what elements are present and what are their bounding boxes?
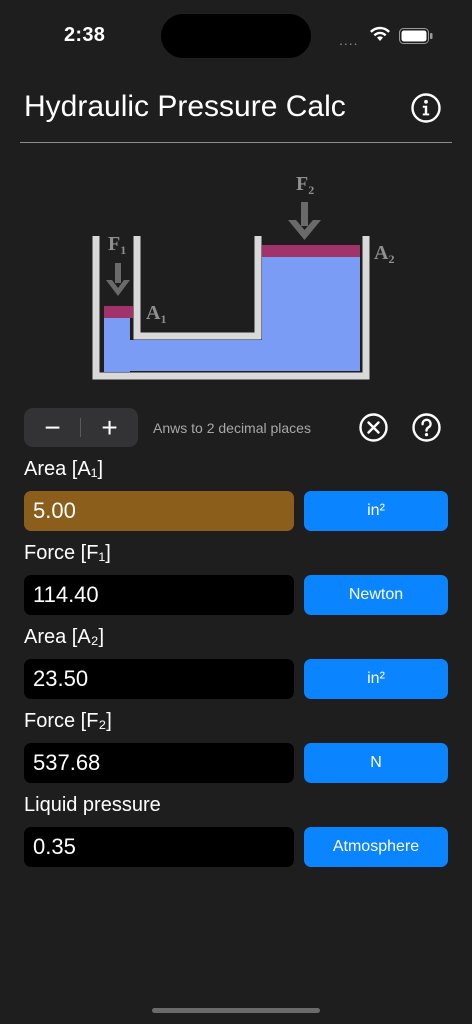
label-area-a1: Area [A₁]	[24, 458, 104, 480]
input-force-f1[interactable]: 114.40	[24, 575, 294, 615]
label-a2: A2	[374, 242, 394, 266]
header: Hydraulic Pressure Calc	[0, 84, 472, 144]
home-indicator[interactable]	[152, 1008, 320, 1013]
dynamic-island	[161, 14, 311, 58]
battery-icon	[399, 28, 433, 44]
unit-button-area-a1[interactable]: in²	[304, 491, 448, 531]
status-bar: 2:38 ....	[0, 0, 472, 72]
piston-a2	[262, 245, 360, 257]
input-area-a2[interactable]: 23.50	[24, 659, 294, 699]
wifi-icon	[370, 26, 390, 41]
label-force-f2: Force [F₂]	[24, 710, 112, 732]
controls-row: − + Anws to 2 decimal places	[24, 408, 448, 448]
clear-icon[interactable]	[358, 412, 389, 443]
unit-button-area-a2[interactable]: in²	[304, 659, 448, 699]
unit-button-force-f1[interactable]: Newton	[304, 575, 448, 615]
input-force-f2[interactable]: 537.68	[24, 743, 294, 783]
help-icon[interactable]	[411, 412, 442, 443]
cellular-signal-icon: ....	[339, 32, 359, 48]
input-liquid-pressure[interactable]: 0.35	[24, 827, 294, 867]
input-area-a1[interactable]: 5.00	[24, 491, 294, 531]
label-liquid-pressure: Liquid pressure	[24, 794, 161, 816]
label-a1: A1	[146, 302, 166, 326]
hydraulic-diagram: F1 F2 A1 A2	[92, 173, 394, 380]
precision-label: Anws to 2 decimal places	[153, 420, 311, 436]
decimal-stepper: − +	[24, 408, 138, 447]
unit-button-liquid-pressure[interactable]: Atmosphere	[304, 827, 448, 867]
arrow-f1-icon	[106, 263, 130, 296]
liquid-right-column	[262, 256, 360, 371]
label-f1: F1	[108, 233, 126, 257]
decrement-button[interactable]: −	[24, 408, 81, 447]
unit-button-force-f2[interactable]: N	[304, 743, 448, 783]
info-icon[interactable]	[410, 92, 442, 124]
piston-a1	[104, 306, 133, 318]
arrow-f2-icon	[288, 202, 321, 240]
status-time: 2:38	[64, 24, 106, 46]
increment-button[interactable]: +	[81, 408, 138, 447]
label-area-a2: Area [A₂]	[24, 626, 105, 648]
header-divider	[20, 142, 452, 143]
label-force-f1: Force [F₁]	[24, 542, 111, 564]
label-f2: F2	[296, 173, 314, 197]
page-title: Hydraulic Pressure Calc	[24, 90, 346, 123]
